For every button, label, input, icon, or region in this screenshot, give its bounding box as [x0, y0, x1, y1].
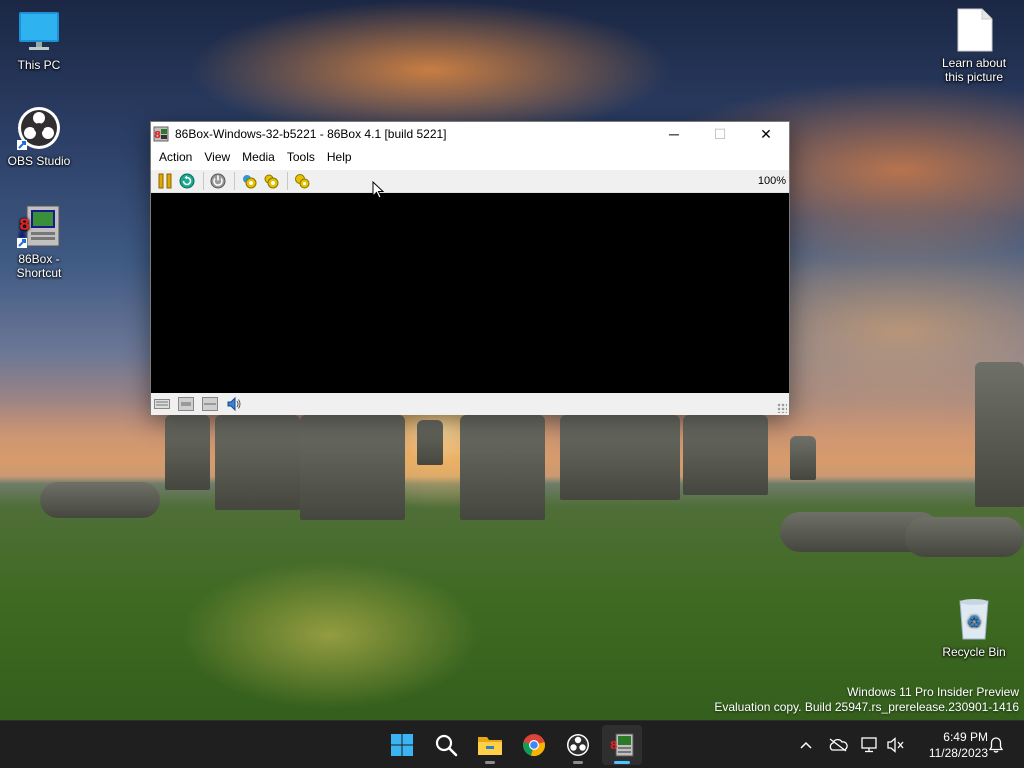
- standing-stone: [300, 415, 405, 520]
- menu-media[interactable]: Media: [236, 146, 281, 169]
- clock-time: 6:49 PM: [943, 730, 988, 744]
- chrome-button[interactable]: [514, 725, 554, 765]
- clock-date: 11/28/2023: [928, 746, 988, 760]
- standing-stone: [790, 436, 816, 480]
- 86box-window[interactable]: 8 86Box-Windows-32-b5221 - 86Box 4.1 [bu…: [150, 121, 790, 415]
- obs-taskbar-button[interactable]: [558, 725, 598, 765]
- standing-stone: [165, 415, 210, 490]
- monitor-icon: [17, 10, 61, 54]
- emulator-screen[interactable]: [151, 193, 789, 393]
- svg-text:8: 8: [154, 130, 161, 141]
- standing-stone: [215, 415, 300, 510]
- desktop-icon-label: Learn about this picture: [941, 56, 1007, 84]
- file-explorer-button[interactable]: [470, 725, 510, 765]
- desktop-icon-learn-about-picture[interactable]: Learn about this picture: [936, 8, 1012, 84]
- desktop-icon-obs-studio[interactable]: OBS Studio: [1, 106, 77, 168]
- zoom-level: 100%: [757, 175, 786, 187]
- maximize-button[interactable]: ☐: [697, 122, 743, 146]
- desktop-icon-label: OBS Studio: [7, 154, 71, 168]
- obs-icon: [17, 106, 61, 150]
- desktop-icon-label: 86Box - Shortcut: [16, 252, 62, 280]
- volume-tray-button[interactable]: [884, 721, 908, 768]
- chevron-up-icon: [800, 741, 812, 749]
- bell-icon: [989, 737, 1003, 753]
- standing-stone: [683, 415, 768, 495]
- menu-help[interactable]: Help: [321, 146, 358, 169]
- acpi-shutdown-icon[interactable]: [292, 171, 312, 191]
- svg-text:♻: ♻: [967, 612, 981, 631]
- standing-stone: [460, 415, 545, 520]
- taskbar: 8 6:49 PM 11/28/2023: [0, 720, 1024, 768]
- network-icon: [861, 737, 877, 753]
- obs-icon: [567, 734, 589, 756]
- active-indicator: [614, 761, 630, 764]
- settings-icon[interactable]: [261, 171, 281, 191]
- start-button[interactable]: [382, 725, 422, 765]
- desktop-icon-label: Recycle Bin: [942, 645, 1006, 659]
- minimize-button[interactable]: ─: [651, 122, 697, 146]
- standing-stone: [975, 362, 1024, 507]
- document-icon: [952, 8, 996, 52]
- onedrive-tray-button[interactable]: [826, 721, 850, 768]
- sound-icon[interactable]: [225, 396, 243, 412]
- menu-action[interactable]: Action: [153, 146, 198, 169]
- desktop-icon-86box-shortcut[interactable]: 86 86Box - Shortcut: [1, 204, 77, 280]
- toolbar-separator: [287, 172, 288, 190]
- watermark-line-2: Evaluation copy. Build 25947.rs_prerelea…: [714, 700, 1019, 714]
- cdrom-drive-icon[interactable]: [201, 396, 219, 412]
- fallen-stone: [40, 482, 160, 518]
- pause-icon[interactable]: [155, 171, 175, 191]
- windows-watermark: Windows 11 Pro Insider Preview Evaluatio…: [714, 685, 1019, 715]
- recycle-bin-icon: ♻: [952, 597, 996, 641]
- toolbar-separator: [234, 172, 235, 190]
- ctrl-alt-esc-icon[interactable]: [239, 171, 259, 191]
- menu-bar: Action View Media Tools Help: [151, 146, 789, 169]
- network-tray-button[interactable]: [858, 721, 882, 768]
- chrome-icon: [523, 734, 545, 756]
- 86box-icon: 86: [17, 204, 61, 248]
- notifications-button[interactable]: [985, 721, 1007, 768]
- standing-stone: [560, 415, 680, 500]
- resize-grip[interactable]: [777, 403, 787, 413]
- taskbar-clock[interactable]: 6:49 PM 11/28/2023: [929, 729, 988, 761]
- 86box-taskbar-button[interactable]: 8: [602, 725, 642, 765]
- fallen-stone: [905, 517, 1024, 557]
- start-icon: [391, 734, 413, 756]
- watermark-line-1: Windows 11 Pro Insider Preview: [847, 685, 1019, 699]
- 86box-icon: 8: [610, 733, 634, 757]
- desktop-icon-recycle-bin[interactable]: ♻ Recycle Bin: [936, 597, 1012, 659]
- keyboard-icon[interactable]: [153, 396, 171, 412]
- close-button[interactable]: ✕: [743, 122, 789, 146]
- toolbar: 100%: [151, 169, 789, 193]
- search-button[interactable]: [426, 725, 466, 765]
- search-icon: [435, 734, 458, 757]
- file-explorer-icon: [478, 737, 502, 755]
- desktop-icon-this-pc[interactable]: This PC: [1, 10, 77, 72]
- cloud-offline-icon: [829, 738, 848, 752]
- sunlit-grass: [180, 560, 480, 710]
- title-bar[interactable]: 8 86Box-Windows-32-b5221 - 86Box 4.1 [bu…: [151, 122, 789, 146]
- menu-tools[interactable]: Tools: [281, 146, 321, 169]
- status-bar: [151, 393, 789, 415]
- standing-stone: [417, 420, 443, 465]
- running-indicator: [485, 761, 495, 764]
- ctrl-alt-del-icon[interactable]: [208, 171, 228, 191]
- desktop-icon-label: This PC: [17, 58, 61, 72]
- menu-view[interactable]: View: [198, 146, 236, 169]
- show-hidden-icons-button[interactable]: [795, 721, 817, 768]
- window-title: 86Box-Windows-32-b5221 - 86Box 4.1 [buil…: [175, 127, 447, 141]
- volume-muted-icon: [887, 737, 904, 753]
- hard-reset-icon[interactable]: [177, 171, 197, 191]
- running-indicator: [573, 761, 583, 764]
- 86box-app-icon: 8: [153, 126, 169, 142]
- floppy-drive-icon[interactable]: [177, 396, 195, 412]
- toolbar-separator: [203, 172, 204, 190]
- svg-text:8: 8: [610, 739, 618, 752]
